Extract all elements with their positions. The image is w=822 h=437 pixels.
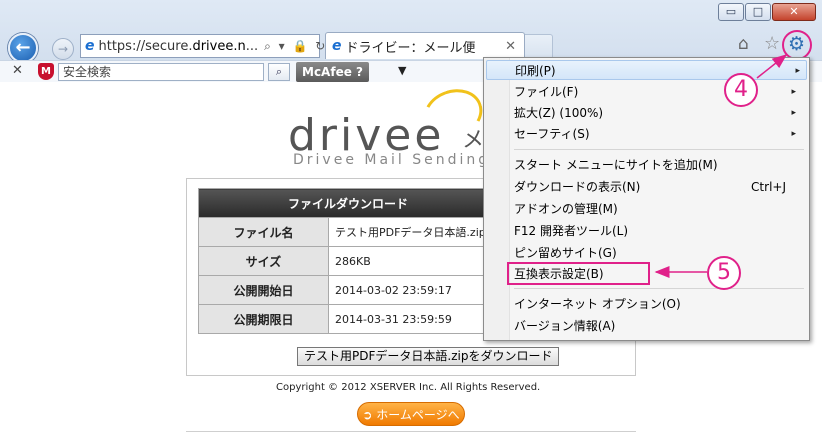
back-button[interactable]: ← — [8, 33, 38, 63]
tools-menu: 印刷(P) ▸ ファイル(F) ▸ 拡大(Z) (100%) ▸ セーフティ(S) ▸ … — [483, 57, 810, 341]
menu-item-pinned-sites[interactable]: ピン留めサイト(G) — [514, 243, 804, 263]
shortcut-label: Ctrl+J — [751, 180, 786, 194]
favorites-star-icon[interactable]: ☆ — [764, 33, 780, 54]
menu-item-manage-addons[interactable]: アドオンの管理(M) — [514, 199, 804, 219]
divider — [186, 431, 636, 432]
submenu-arrow-icon: ▸ — [791, 87, 796, 97]
help-icon[interactable]: ? — [356, 65, 363, 79]
gear-highlight-circle — [782, 30, 812, 60]
maximize-button[interactable]: □ — [745, 3, 771, 21]
chevron-down-icon[interactable]: ▼ — [398, 64, 406, 77]
back-arrow-icon: ← — [15, 37, 31, 58]
menu-item-dev-tools[interactable]: F12 開発者ツール(L) — [514, 221, 804, 241]
logo-tagline: Drivee Mail Sending — [293, 152, 483, 168]
step-5-badge: 5 — [707, 256, 741, 290]
menu-gutter — [484, 58, 510, 340]
menu-separator — [514, 149, 804, 150]
menu-item-internet-options[interactable]: インターネット オプション(O) — [514, 294, 804, 314]
menu-item-safety[interactable]: セーフティ(S) ▸ — [514, 124, 804, 144]
menu-item-view-downloads[interactable]: ダウンロードの表示(N) Ctrl+J — [514, 177, 804, 197]
table-row: 公開期限日 2014-03-31 23:59:59 — [198, 304, 498, 334]
address-url[interactable]: https://secure.drivee.n... — [99, 39, 259, 54]
table-header: ファイルダウンロード — [198, 188, 498, 218]
tab-title: ドライビー：メール便 — [345, 40, 476, 56]
menu-item-file[interactable]: ファイル(F) ▸ — [514, 82, 804, 102]
table-row: サイズ 286KB — [198, 246, 498, 276]
download-button[interactable]: テスト用PDFデータ日本語.zipをダウンロード — [297, 347, 560, 366]
download-info-table: ファイルダウンロード ファイル名 テスト用PDFデータ日本語.zip サイズ 286… — [198, 188, 498, 334]
new-tab-button[interactable] — [525, 34, 553, 59]
submenu-arrow-icon: ▸ — [795, 66, 800, 76]
tab-close-icon[interactable]: ✕ — [505, 39, 516, 54]
compatibility-highlight-box — [507, 262, 650, 285]
minimize-button[interactable]: ▭ — [718, 3, 744, 21]
ie-logo-icon: e — [332, 38, 342, 54]
window-controls: ▭ □ ✕ — [718, 3, 816, 21]
address-bar-icons[interactable]: ⌕ ▾ 🔒 ↻ — [264, 39, 327, 54]
home-icon[interactable]: ⌂ — [738, 34, 749, 54]
stop-icon[interactable]: ✕ — [12, 63, 23, 78]
safe-search-input[interactable]: 安全検索 — [58, 63, 264, 81]
mcafee-button[interactable]: McAfee ? — [296, 62, 369, 82]
ie-logo-icon: e — [85, 38, 95, 54]
tab-drivee[interactable]: e ドライビー：メール便 ✕ — [325, 32, 525, 59]
menu-item-print[interactable]: 印刷(P) ▸ — [486, 60, 807, 80]
mcafee-shield-icon[interactable]: M — [38, 63, 54, 80]
submenu-arrow-icon: ▸ — [791, 108, 796, 118]
forward-arrow-icon: → — [57, 42, 69, 56]
menu-item-zoom[interactable]: 拡大(Z) (100%) ▸ — [514, 103, 804, 123]
forward-button[interactable]: → — [52, 38, 74, 60]
address-bar[interactable]: e https://secure.drivee.n... ⌕ ▾ 🔒 ↻ — [80, 34, 325, 58]
table-row: ファイル名 テスト用PDFデータ日本語.zip — [198, 217, 498, 247]
menu-item-about[interactable]: バージョン情報(A) — [514, 316, 804, 336]
table-row: 公開開始日 2014-03-02 23:59:17 — [198, 275, 498, 305]
copyright-text: Copyright © 2012 XSERVER Inc. All Rights… — [276, 382, 541, 393]
search-icon[interactable]: ⌕ — [268, 63, 290, 81]
close-button[interactable]: ✕ — [772, 3, 816, 21]
step-4-badge: 4 — [724, 73, 758, 107]
submenu-arrow-icon: ▸ — [791, 129, 796, 139]
menu-separator — [514, 288, 804, 289]
logo-tail: メ — [462, 128, 485, 153]
homepage-button[interactable]: ➲ ホームページへ — [357, 402, 465, 426]
menu-item-add-to-start[interactable]: スタート メニューにサイトを追加(M) — [514, 155, 804, 175]
